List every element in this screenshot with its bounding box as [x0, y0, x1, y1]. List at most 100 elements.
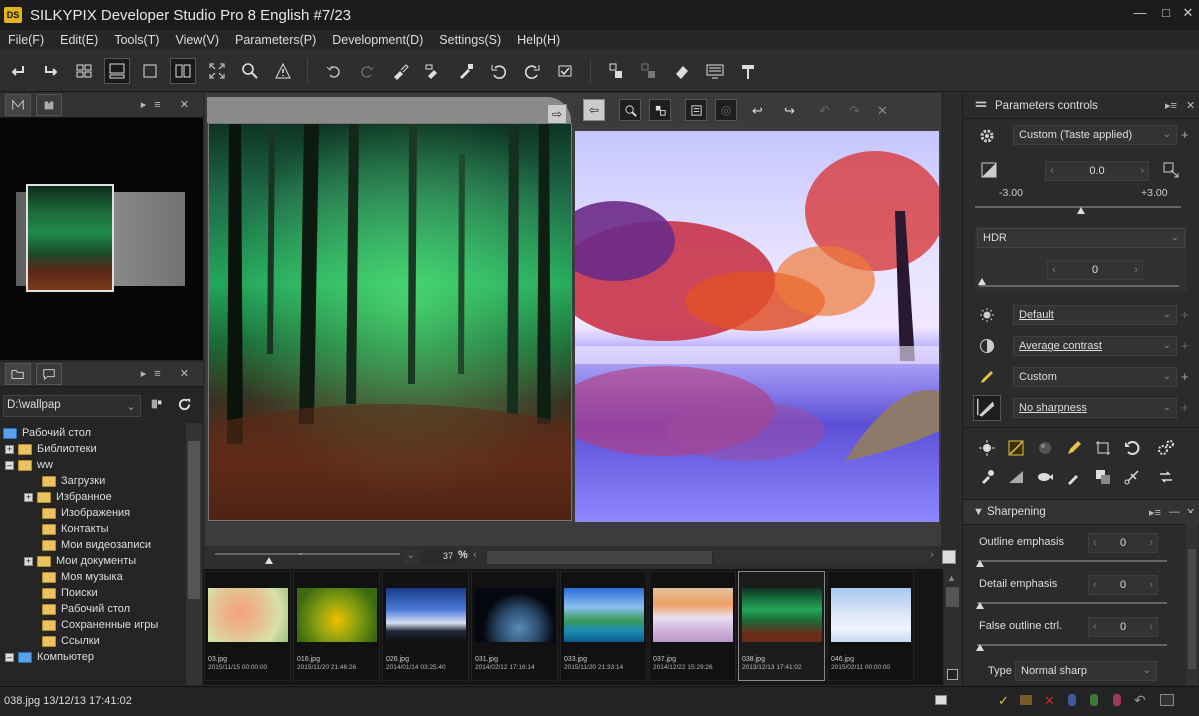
batch-develop-button[interactable] [636, 58, 662, 84]
navigator-preview[interactable] [0, 118, 203, 360]
expand-icon[interactable]: + [24, 556, 33, 566]
zoom-fit-button[interactable] [619, 99, 641, 121]
viewer-corner-button[interactable] [942, 550, 956, 564]
hdr-slider-track[interactable] [979, 285, 1179, 287]
outline-slider-thumb[interactable] [976, 560, 984, 567]
menu-parameters[interactable]: Parameters(P) [227, 33, 324, 47]
close-button[interactable]: ✕ [1178, 5, 1198, 21]
panel-menu-button[interactable]: ▸≡ [1165, 99, 1177, 112]
compare-view-button[interactable] [170, 58, 196, 84]
expand-icon[interactable]: + [5, 444, 14, 454]
auto-exposure-button[interactable] [1163, 162, 1179, 181]
detail-slider-track[interactable] [977, 602, 1167, 604]
trash-icon[interactable] [1160, 694, 1174, 706]
folder-move-icon[interactable] [1020, 695, 1032, 705]
menu-view[interactable]: View(V) [167, 33, 227, 47]
tree-scrollbar[interactable] [186, 423, 202, 685]
close-compare-button[interactable]: ✕ [877, 103, 888, 119]
eraser-button[interactable] [669, 58, 695, 84]
false-outline-slider-track[interactable] [977, 644, 1167, 646]
tree-node-music[interactable]: Моя музыка [42, 569, 123, 585]
tree-node-libraries[interactable]: + Библиотеки [5, 441, 97, 457]
tab-folders[interactable] [5, 363, 31, 385]
add-color-button[interactable]: + [1181, 369, 1189, 384]
maximize-button[interactable]: □ [1156, 5, 1176, 20]
develop-button[interactable] [603, 58, 629, 84]
target-button[interactable]: ◎ [715, 99, 737, 121]
sync-left-button[interactable]: ⇦ [583, 99, 605, 121]
shading-tool-button[interactable] [1092, 466, 1114, 488]
folder-path-combo[interactable]: D:\wallpap ⌄ [3, 395, 141, 417]
tool-button[interactable] [735, 58, 761, 84]
apply-default-button[interactable] [453, 58, 479, 84]
increment-arrow[interactable]: › [1149, 534, 1153, 552]
sharpening-menu-button[interactable]: ▸≡ [1149, 506, 1161, 519]
undo-status-icon[interactable]: ↶ [1134, 692, 1146, 709]
color-select[interactable]: Custom ⌄ [1013, 367, 1177, 387]
filmstrip-corner-button[interactable] [947, 669, 958, 680]
filmstrip-scrollbar[interactable]: ▲ [944, 569, 961, 685]
fullscreen-button[interactable] [204, 58, 230, 84]
tree-node-desktop[interactable]: Рабочий стол [3, 425, 91, 441]
crop-button[interactable] [649, 99, 671, 121]
thumbnail-item[interactable]: 026.jpg 2014/01/14 03:25:40 [382, 571, 469, 681]
color-pencil-tool-button[interactable] [1063, 437, 1085, 459]
scroll-left-arrow[interactable]: ‹ [473, 549, 477, 561]
tree-node-downloads[interactable]: Загрузки [42, 473, 105, 489]
lens-tool-button[interactable] [1034, 466, 1056, 488]
hdr-slider-thumb[interactable] [978, 278, 986, 285]
rotate-right-button[interactable] [519, 58, 545, 84]
menu-settings[interactable]: Settings(S) [431, 33, 509, 47]
collapse-icon[interactable]: – [5, 652, 14, 662]
previous-image-button[interactable] [5, 58, 31, 84]
detail-emphasis-spinbox[interactable]: ‹ 0 › [1088, 575, 1158, 595]
label-red-icon[interactable] [1113, 694, 1121, 706]
undo-view-button[interactable]: ↶ [819, 103, 830, 119]
reject-icon[interactable]: ✕ [1044, 693, 1055, 709]
paste-parameters-button[interactable] [420, 58, 446, 84]
zoom-value[interactable]: 37 [423, 549, 456, 565]
minimize-button[interactable]: — [1130, 5, 1150, 20]
decrement-arrow[interactable]: ‹ [1050, 162, 1054, 180]
color-tool-button[interactable] [1034, 437, 1056, 459]
increment-arrow[interactable]: › [1134, 261, 1138, 279]
sharpness-select[interactable]: No sharpness ⌄ [1013, 398, 1177, 418]
label-green-icon[interactable] [1090, 694, 1098, 706]
warning-display-button[interactable] [270, 58, 296, 84]
menu-file[interactable]: File(F) [0, 33, 52, 47]
white-balance-tool-button[interactable] [976, 437, 998, 459]
label-blue-icon[interactable] [1068, 694, 1076, 706]
advanced-settings-button[interactable] [1155, 437, 1177, 459]
rotation-tool-button[interactable] [1121, 437, 1143, 459]
collapse-triangle-icon[interactable]: ▼ [973, 506, 984, 518]
swap-image-button[interactable]: ⇨ [547, 104, 567, 124]
expand-icon[interactable]: + [24, 492, 33, 502]
thumbnail-item[interactable]: 033.jpg 2015/11/20 21:33:14 [560, 571, 647, 681]
display-settings-button[interactable] [702, 58, 728, 84]
tree-node-contacts[interactable]: Контакты [42, 521, 109, 537]
decrement-arrow[interactable]: ‹ [1093, 618, 1097, 636]
exposure-slider-thumb[interactable] [1077, 207, 1085, 214]
panel-controls[interactable]: ▸≡ ✕ [141, 98, 197, 111]
tree-node-links[interactable]: Ссылки [42, 633, 100, 649]
folder-browse-button[interactable] [150, 397, 164, 414]
tree-node-favorites[interactable]: + Избранное [24, 489, 112, 505]
brush-tool-button[interactable] [1063, 466, 1085, 488]
noise-tool-button[interactable] [1005, 466, 1027, 488]
tree-node-searches[interactable]: Поиски [42, 585, 98, 601]
params-scrollbar[interactable] [1186, 513, 1198, 685]
tree-node-videos[interactable]: Мои видеозаписи [42, 537, 151, 553]
decrement-arrow[interactable]: ‹ [1093, 576, 1097, 594]
compare-mode-button[interactable] [685, 99, 707, 121]
increment-arrow[interactable]: › [1140, 162, 1144, 180]
thumbnail-item[interactable]: 03.jpg 2015/11/15 00:00:00 [204, 571, 291, 681]
thumbnail-item[interactable]: 016.jpg 2015/11/20 21:46:26 [293, 571, 380, 681]
tree-node-ww[interactable]: – ww [5, 457, 53, 473]
tree-node-desktop-sub[interactable]: Рабочий стол [42, 601, 130, 617]
add-white-balance-button[interactable]: + [1181, 307, 1189, 322]
false-outline-slider-thumb[interactable] [976, 644, 984, 651]
filmstrip-scrollbar-thumb[interactable] [946, 587, 959, 607]
outline-slider-track[interactable] [977, 560, 1167, 562]
zoom-slider-track[interactable] [215, 553, 400, 555]
tree-node-saved-games[interactable]: Сохраненные игры [42, 617, 158, 633]
